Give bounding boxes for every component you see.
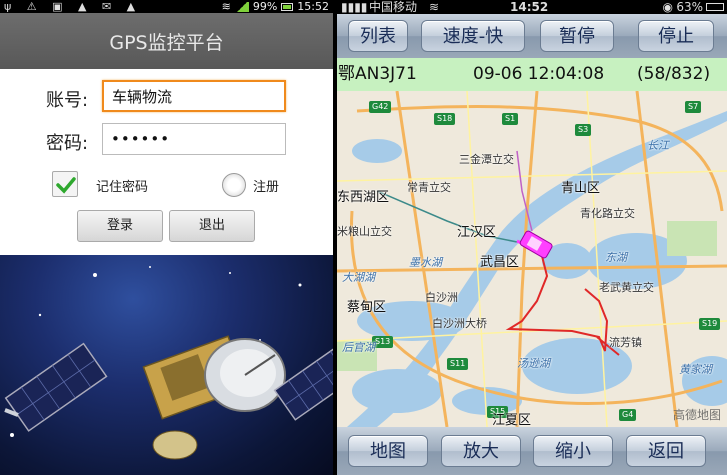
water-label: 汤逊湖 bbox=[517, 357, 550, 370]
checkmark-icon bbox=[56, 177, 76, 194]
road-shield: S18 bbox=[434, 113, 456, 125]
list-button[interactable]: 列表 bbox=[348, 20, 408, 52]
vehicle-info-bar: 鄂AN3J71 09-06 12:04:08 (58/832) bbox=[337, 58, 727, 91]
account-row: 账号: 车辆物流 bbox=[0, 80, 333, 116]
place-label: 白沙洲大桥 bbox=[432, 317, 487, 330]
district-label: 武昌区 bbox=[480, 255, 520, 270]
water-label: 黄家湖 bbox=[679, 363, 712, 376]
map-bottombar: 地图 放大 缩小 返回 bbox=[337, 427, 727, 475]
app-title: GPS监控平台 bbox=[0, 13, 333, 69]
battery-icon bbox=[281, 2, 294, 11]
status-time: 15:52 bbox=[297, 0, 329, 13]
battery-percent: 63% bbox=[676, 0, 703, 14]
road-shield: S1 bbox=[502, 113, 519, 125]
water-label: 墨水湖 bbox=[409, 256, 442, 269]
ios-status-bar: ▮▮▮▮ 中国移动 ≋ 14:52 ◉ 63% bbox=[337, 0, 727, 14]
road-shield: S13 bbox=[372, 336, 394, 348]
android-status-bar: ψ ⚠ ▣ ▲ ✉ ▲ ≋ 99% 15:52 bbox=[0, 0, 333, 13]
place-label: 流芳镇 bbox=[609, 336, 642, 349]
water-label: 长江 bbox=[647, 139, 669, 152]
vehicle-plate: 鄂AN3J71 bbox=[338, 64, 417, 84]
login-button[interactable]: 登录 bbox=[77, 210, 163, 242]
wifi-icon: ≋ bbox=[429, 0, 440, 14]
water-label: 后官湖 bbox=[342, 341, 375, 354]
back-button[interactable]: 返回 bbox=[626, 435, 706, 467]
map-view[interactable]: G42 S18 S1 S3 S13 S11 S7 S15 G4 S19 江汉区 … bbox=[337, 91, 727, 427]
map-button[interactable]: 地图 bbox=[348, 435, 428, 467]
exit-button[interactable]: 退出 bbox=[169, 210, 255, 242]
water-label: 东湖 bbox=[605, 251, 627, 264]
battery-percent: 99% bbox=[252, 0, 278, 13]
place-label: 白沙洲 bbox=[425, 291, 458, 304]
road-shield: G42 bbox=[369, 101, 392, 113]
water-label: 大湖湖 bbox=[342, 271, 375, 284]
place-label: 老武黄立交 bbox=[599, 281, 654, 294]
password-input[interactable]: •••••• bbox=[102, 123, 286, 155]
road-shield: S11 bbox=[447, 358, 469, 370]
stop-button[interactable]: 停止 bbox=[638, 20, 714, 52]
signal-icon bbox=[234, 1, 249, 12]
account-label: 账号: bbox=[46, 90, 89, 111]
wifi-icon: ≋ bbox=[221, 0, 231, 13]
alarm-icon: ◉ bbox=[662, 0, 673, 14]
road-shield: S19 bbox=[699, 318, 721, 330]
track-progress: (58/832) bbox=[637, 64, 711, 84]
remember-password-checkbox[interactable] bbox=[52, 171, 78, 197]
register-radio[interactable] bbox=[222, 173, 246, 197]
district-label: 江汉区 bbox=[457, 225, 497, 240]
status-time: 14:52 bbox=[510, 0, 549, 14]
district-label: 江夏区 bbox=[492, 413, 532, 427]
map-playback-screen: ▮▮▮▮ 中国移动 ≋ 14:52 ◉ 63% 列表 速度-快 暂停 停止 鄂A… bbox=[337, 0, 727, 475]
zoom-in-button[interactable]: 放大 bbox=[441, 435, 521, 467]
account-input[interactable]: 车辆物流 bbox=[102, 80, 286, 112]
place-label: 米粮山立交 bbox=[337, 225, 392, 238]
map-provider-watermark: 高德地图 bbox=[672, 408, 721, 422]
place-label: 三金潭立交 bbox=[459, 153, 514, 166]
road-shield: G4 bbox=[619, 409, 637, 421]
pause-button[interactable]: 暂停 bbox=[540, 20, 614, 52]
speed-button[interactable]: 速度-快 bbox=[421, 20, 525, 52]
track-datetime: 09-06 12:04:08 bbox=[473, 64, 605, 84]
district-label: 东西湖区 bbox=[337, 190, 390, 205]
road-shield: S3 bbox=[575, 124, 592, 136]
satellite-illustration bbox=[0, 255, 333, 475]
playback-toolbar: 列表 速度-快 暂停 停止 bbox=[337, 14, 727, 58]
place-label: 常青立交 bbox=[407, 181, 451, 194]
password-row: 密码: •••••• bbox=[0, 123, 333, 159]
district-label: 青山区 bbox=[561, 181, 601, 196]
place-label: 青化路立交 bbox=[580, 207, 635, 220]
carrier-name: 中国移动 bbox=[369, 0, 418, 14]
password-label: 密码: bbox=[46, 133, 89, 154]
district-label: 蔡甸区 bbox=[347, 300, 387, 315]
remember-password-label: 记住密码 bbox=[96, 180, 149, 195]
road-shield: S7 bbox=[685, 101, 702, 113]
battery-icon bbox=[706, 3, 724, 11]
notification-icons: ψ ⚠ ▣ ▲ ✉ ▲ bbox=[4, 0, 142, 13]
zoom-out-button[interactable]: 缩小 bbox=[533, 435, 613, 467]
register-label: 注册 bbox=[253, 180, 280, 195]
login-screen: ψ ⚠ ▣ ▲ ✉ ▲ ≋ 99% 15:52 GPS监控平台 账号: 车辆物流… bbox=[0, 0, 333, 475]
satellite-image bbox=[4, 266, 333, 460]
signal-bars-icon: ▮▮▮▮ bbox=[341, 0, 368, 14]
